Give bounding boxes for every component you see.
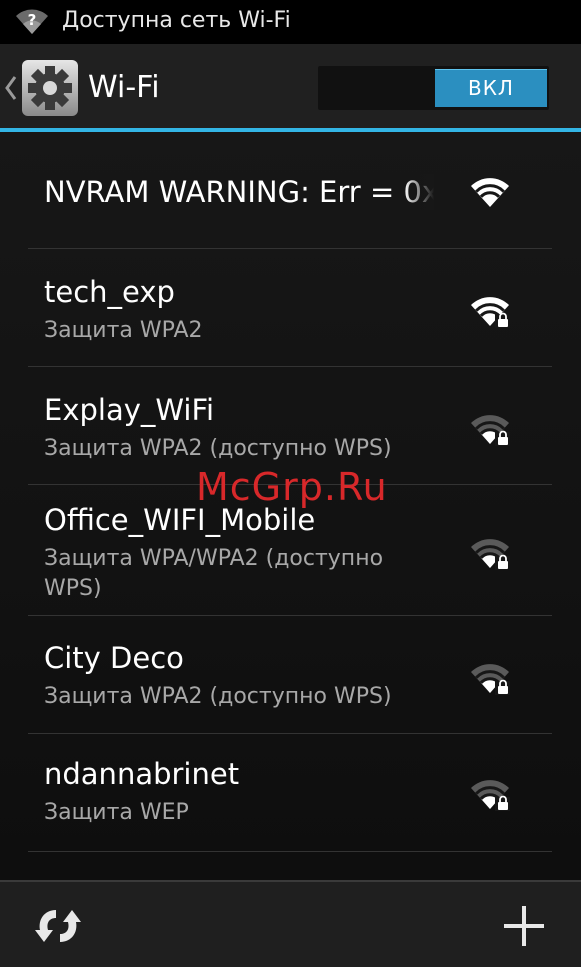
up-caret-icon[interactable] — [4, 74, 18, 102]
network-item[interactable]: ndannabrinet Защита WEP — [28, 734, 552, 851]
wifi-signal-locked-weak-icon — [471, 415, 510, 446]
network-ssid: City Deco — [44, 641, 184, 675]
switch-on-label[interactable]: ВКЛ — [435, 69, 547, 107]
scan-button[interactable] — [22, 896, 94, 956]
network-ssid: tech_exp — [44, 275, 175, 309]
network-security: Защита WPA/WPA2 (доступно WPS) — [44, 546, 384, 601]
status-bar: ? Доступна сеть Wi-Fi — [0, 0, 581, 44]
network-item[interactable]: NVRAM WARNING: Err = 0x — [28, 152, 552, 248]
wifi-signal-locked-weak-icon — [471, 664, 510, 695]
network-ssid: Explay_WiFi — [44, 393, 215, 427]
action-bar: Wi-Fi ВКЛ — [0, 44, 581, 130]
wifi-toggle-switch[interactable]: ВКЛ — [318, 66, 549, 110]
wifi-signal-locked-weak-icon — [471, 780, 510, 811]
bottom-action-bar — [0, 880, 581, 967]
notification-text: Доступна сеть Wi-Fi — [62, 8, 291, 33]
network-ssid: NVRAM WARNING: Err = 0x — [44, 174, 434, 210]
add-network-button[interactable] — [490, 896, 558, 956]
wifi-signal-locked-full-icon — [471, 297, 510, 328]
list-divider — [28, 851, 552, 852]
network-item[interactable]: City Deco Защита WPA2 (доступно WPS) — [28, 616, 552, 733]
settings-gear-icon[interactable] — [20, 58, 80, 118]
watermark-text: McGrp.Ru — [196, 465, 388, 509]
network-security: Защита WPA2 (доступно WPS) — [44, 436, 392, 461]
add-network-icon — [504, 906, 544, 946]
scan-refresh-icon — [35, 910, 81, 942]
network-item[interactable]: tech_exp Защита WPA2 — [28, 249, 552, 366]
wifi-signal-full-icon — [471, 178, 509, 207]
svg-text:?: ? — [28, 11, 37, 29]
network-security: Защита WPA2 (доступно WPS) — [44, 684, 392, 709]
page-title: Wi-Fi — [88, 70, 160, 105]
network-ssid: ndannabrinet — [44, 757, 240, 791]
network-security: Защита WPA2 — [44, 318, 203, 343]
wifi-notification-icon: ? — [16, 9, 48, 35]
network-security: Защита WEP — [44, 800, 189, 825]
wifi-signal-locked-weak-icon — [471, 539, 510, 570]
